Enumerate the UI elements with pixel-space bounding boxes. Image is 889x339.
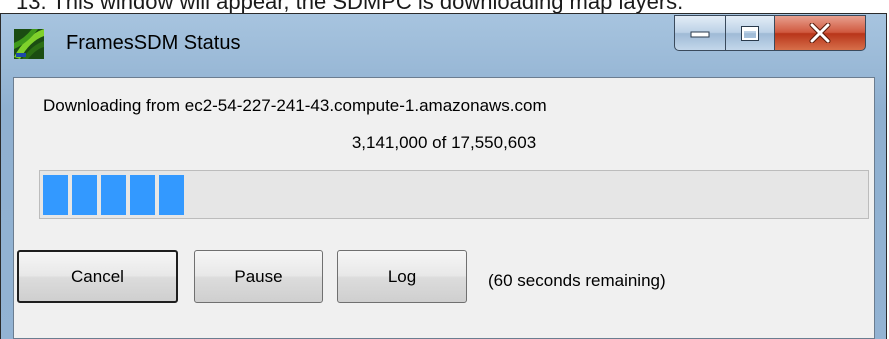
download-status-text: Downloading from ec2-54-227-241-43.compu… [43,96,547,115]
maximize-button[interactable] [725,15,775,51]
framessdm-status-window: FramesSDM Status Downloading from ec2-54… [0,13,887,339]
progress-segment [101,175,126,215]
time-remaining-text: (60 seconds remaining) [488,271,666,290]
progress-count-text: 3,141,000 of 17,550,603 [351,133,537,152]
progress-segment [43,175,68,215]
progress-segment [159,175,184,215]
close-button[interactable] [774,15,866,51]
cancel-button[interactable]: Cancel [17,250,178,303]
download-progress-bar [39,170,869,219]
log-button[interactable]: Log [337,250,467,303]
pause-button[interactable]: Pause [194,250,323,303]
minimize-icon [690,31,710,38]
window-title: FramesSDM Status [66,32,241,54]
minimize-button[interactable] [674,15,726,51]
progress-segment [130,175,155,215]
maximize-icon [741,25,759,41]
close-icon [809,23,831,43]
dialog-client-area: Downloading from ec2-54-227-241-43.compu… [13,77,875,339]
title-bar[interactable]: FramesSDM Status [1,14,886,76]
progress-segment [72,175,97,215]
frames-app-icon [14,29,44,59]
